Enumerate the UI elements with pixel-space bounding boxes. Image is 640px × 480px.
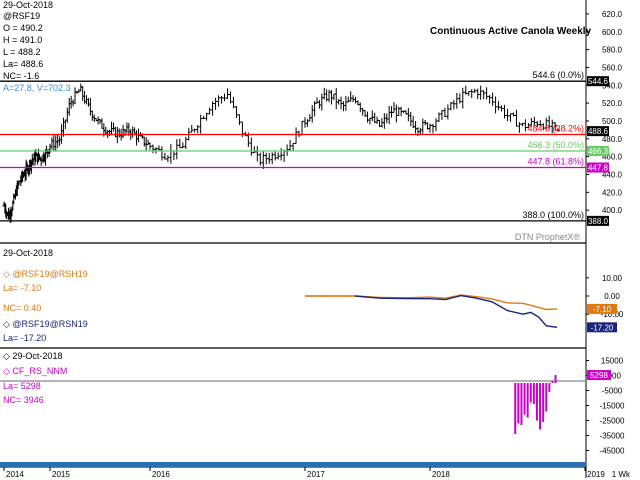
price-date-label: 29-Oct-2018 (3, 0, 53, 10)
cot-axis-box-label: 5298 (590, 371, 608, 380)
price-y-tick-label: 620.0 (602, 10, 623, 19)
price-y-tick-label: 400.0 (602, 206, 623, 215)
price-symbol-label: @RSF19 (3, 11, 40, 21)
price-y-tick-label: 420.0 (602, 188, 623, 197)
price-axis-box-label: 488.6 (588, 127, 609, 136)
spread-readout-last-1: La= -7.10 (3, 283, 41, 293)
fib-label: 484.8 (38.2%) (527, 124, 584, 134)
fib-label: 466.3 (50.0%) (527, 140, 584, 150)
cot-bar (545, 383, 548, 412)
cot-readout-last: La= 5298 (3, 381, 41, 391)
cot-y-tick-label: -5000 (602, 387, 623, 396)
cot-readout-nc: NC= 3946 (3, 395, 44, 405)
ohlc-high: H = 491.0 (3, 35, 42, 45)
cot-bar (529, 383, 532, 403)
fib-label: 388.0 (100.0%) (522, 210, 584, 220)
cot-bar (548, 383, 551, 392)
cursor-readout: A=27.8, V=702.3 (3, 83, 71, 93)
x-tick-label: 2014 (6, 470, 24, 479)
cot-symbol-label: ◇ CF_RS_NNM (3, 366, 67, 376)
spread-y-tick-label: 0.00 (604, 292, 620, 301)
ohlc-last: La= 488.6 (3, 59, 43, 69)
cot-bar (535, 383, 538, 421)
spread-readout-nc-1: NC= 0.40 (3, 303, 41, 313)
cot-bar (551, 381, 554, 383)
cot-bar (554, 375, 557, 383)
ohlc-open: O = 490.2 (3, 23, 43, 33)
cot-y-tick-label: -35000 (600, 432, 625, 441)
cot-bar (532, 383, 535, 404)
x-unit-label: 1 Wk (612, 470, 631, 479)
chart-title: Continuous Active Canola Weekly (430, 26, 592, 37)
price-axis-box-label: 388.0 (588, 217, 609, 226)
cot-bar (517, 383, 520, 424)
cot-bar (523, 383, 526, 415)
price-y-tick-label: 520.0 (602, 99, 623, 108)
spread-line-1 (305, 294, 558, 311)
fib-label: 544.6 (0.0%) (532, 70, 584, 80)
spread-date-label: 29-Oct-2018 (3, 248, 53, 258)
spread-legend-1: ◇ @RSF19@RSH19 (3, 269, 88, 279)
cot-date-label: ◇ 29-Oct-2018 (3, 351, 62, 361)
cot-bar (539, 383, 542, 430)
x-tick-label: 2017 (307, 470, 325, 479)
spread-axis-box-label: -7.10 (593, 305, 612, 314)
time-scrollbar[interactable] (0, 462, 586, 467)
spread-readout-last-2: La= -17.20 (3, 333, 46, 343)
cot-series (0, 375, 586, 434)
spread-axis-box-label: -17.20 (591, 323, 614, 332)
price-y-tick-label: 600.0 (602, 28, 623, 37)
price-y-tick-label: 560.0 (602, 63, 623, 72)
price-y-tick-label: 500.0 (602, 117, 623, 126)
spread-series (305, 294, 558, 328)
price-y-tick-label: 580.0 (602, 46, 623, 55)
fib-label: 447.8 (61.8%) (527, 157, 584, 167)
x-axis: 2014 2015 2016 2017 2018 2019 1 Wk (0, 466, 631, 479)
spread-line-2 (354, 294, 558, 328)
price-axis-box-label: 466.3 (588, 147, 609, 156)
x-tick-label: 2016 (152, 470, 170, 479)
price-axis-box-label: 544.6 (588, 77, 609, 86)
x-tick-label: 2019 (587, 470, 605, 479)
watermark: DTN ProphetX® (515, 232, 581, 242)
canola-chart: 544.6 (0.0%) 484.8 (38.2%) 466.3 (50.0%) 44… (0, 0, 640, 479)
cot-bar (520, 383, 523, 425)
price-axis-box-label: 447.8 (588, 164, 609, 173)
cot-y-tick-label: -25000 (600, 417, 625, 426)
x-tick-label: 2018 (432, 470, 450, 479)
cot-bar (514, 383, 517, 434)
cot-y-tick-label: 15000 (601, 357, 624, 366)
price-y-tick-label: 480.0 (602, 135, 623, 144)
cot-y-tick-label: -15000 (600, 402, 625, 411)
spread-y-tick-label: 10.00 (602, 274, 623, 283)
cot-bar (542, 383, 545, 422)
ohlc-net-change: NC= -1.6 (3, 71, 39, 81)
cot-y-tick-label: -45000 (600, 447, 625, 456)
spread-legend-2: ◇ @RSF19@RSN19 (3, 319, 88, 329)
x-tick-label: 2015 (52, 470, 70, 479)
ohlc-low: L = 488.2 (3, 47, 40, 57)
cot-bar (526, 383, 529, 418)
